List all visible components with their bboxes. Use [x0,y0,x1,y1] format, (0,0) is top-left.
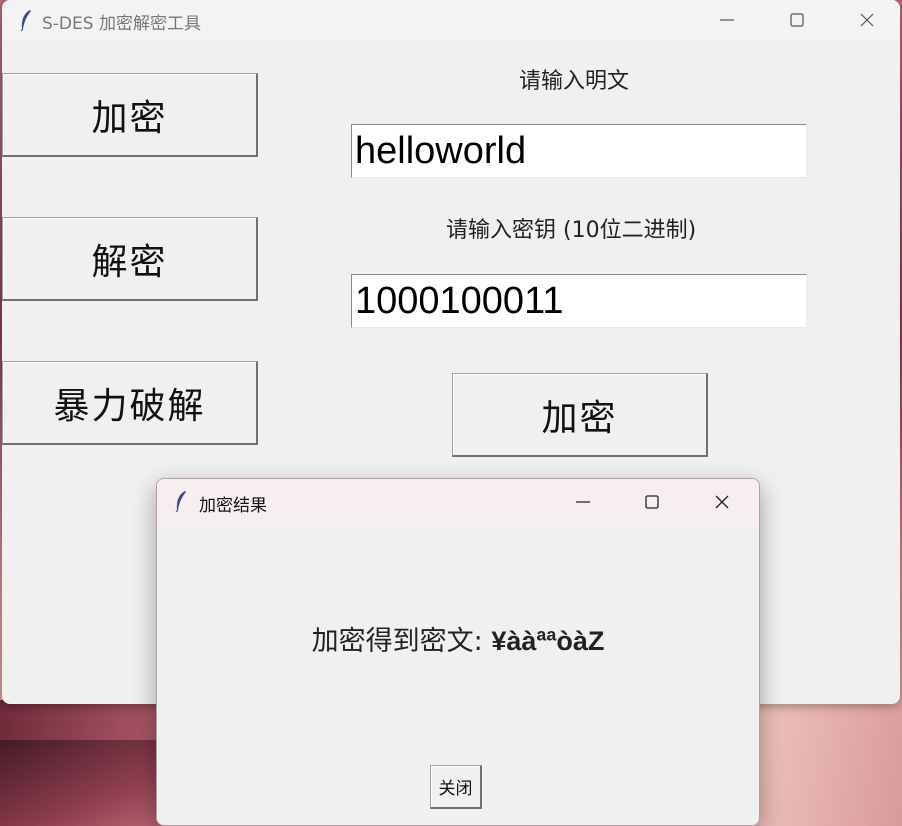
brute-force-button[interactable]: 暴力破解 [2,361,258,445]
decrypt-mode-label: 解密 [91,241,168,283]
dialog-close-button[interactable]: 关闭 [430,765,482,809]
key-label: 请输入密钥 (10位二进制) [446,218,697,243]
brute-force-label: 暴力破解 [53,385,206,427]
ciphertext-value: ¥ààªªòàZ [491,626,605,656]
result-prefix: 加密得到密文: [311,626,492,657]
dialog-titlebar[interactable]: 加密结果 [157,479,759,525]
window-title: S-DES 加密解密工具 [42,14,201,34]
dialog-title: 加密结果 [199,496,267,516]
encrypt-mode-button[interactable]: 加密 [2,73,258,157]
minimize-icon[interactable] [704,4,750,36]
plaintext-input[interactable] [351,124,807,178]
dialog-close-label: 关闭 [438,779,473,799]
result-dialog: 加密结果 加密得到密文: ¥ààªªòàZ 关闭 [156,478,760,826]
encrypt-submit-label: 加密 [541,397,618,439]
dialog-maximize-icon[interactable] [629,486,675,518]
tk-feather-icon [175,490,187,513]
tk-feather-icon [20,9,32,32]
close-icon[interactable] [844,4,890,36]
dialog-minimize-icon[interactable] [560,486,606,518]
key-input[interactable] [351,274,807,328]
plaintext-label: 请输入明文 [519,69,630,94]
encrypt-submit-button[interactable]: 加密 [452,373,708,457]
main-titlebar[interactable]: S-DES 加密解密工具 [2,0,900,40]
decrypt-mode-button[interactable]: 解密 [2,217,258,301]
result-message: 加密得到密文: ¥ààªªòàZ [157,619,759,658]
encrypt-mode-label: 加密 [91,97,168,139]
dialog-close-icon[interactable] [699,486,745,518]
maximize-icon[interactable] [774,4,820,36]
